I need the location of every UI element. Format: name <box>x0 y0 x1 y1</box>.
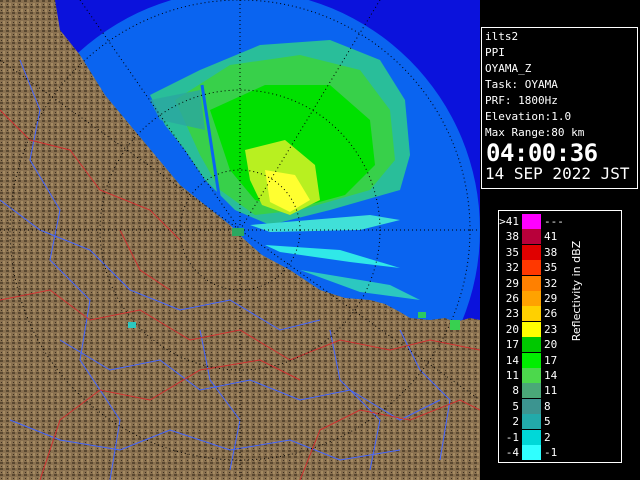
legend-color-swatch <box>522 306 541 322</box>
legend-color-swatch <box>522 445 541 460</box>
legend-title: Reflectivity in dBZ <box>570 240 583 342</box>
legend-color-swatch <box>522 383 541 399</box>
legend-upper-bound: 8 <box>544 399 551 413</box>
legend-lower-bound: 20 <box>505 322 519 336</box>
legend-row: 35 38 <box>499 244 621 260</box>
legend-row: 8 11 <box>499 383 621 399</box>
prf-label: PRF: 1800Hz <box>485 94 558 107</box>
scan-mode: PPI <box>485 46 505 59</box>
elevation-label: Elevation:1.0 <box>485 110 572 123</box>
info-panel: ilts2 PPI OYAMA_Z Task: OYAMA PRF: 1800H… <box>480 0 640 480</box>
legend-upper-bound: 14 <box>544 369 558 382</box>
legend-upper-bound: 2 <box>544 430 551 444</box>
legend-row: -1 2 <box>499 429 621 445</box>
legend-color-swatch <box>522 352 541 368</box>
legend-row: 14 17 <box>499 352 621 368</box>
legend-upper-bound: 29 <box>544 292 558 305</box>
legend-lower-bound: 38 <box>505 230 519 244</box>
legend-lower-bound: 8 <box>512 384 519 398</box>
legend-row: 58 <box>499 398 621 414</box>
legend-upper-bound: 26 <box>544 307 558 321</box>
legend-upper-bound: 41 <box>544 230 558 244</box>
legend-row: 23 26 <box>499 306 621 322</box>
scan-date: 14 SEP 2022 JST <box>485 164 630 183</box>
legend-row: 17 20 <box>499 337 621 353</box>
legend-row: 11 14 <box>499 368 621 383</box>
legend-color-swatch <box>522 414 541 430</box>
legend-upper-bound: -1 <box>544 446 558 459</box>
legend-color-swatch <box>522 244 541 260</box>
legend-row: >41 --- <box>499 214 621 229</box>
legend-upper-bound: 17 <box>544 353 558 367</box>
legend-color-swatch <box>522 214 541 229</box>
legend-lower-bound: 14 <box>505 353 519 367</box>
legend-color-swatch <box>522 368 541 383</box>
scan-time: 04:00:36 <box>486 139 598 167</box>
legend-row: 26 29 <box>499 291 621 306</box>
legend-color-swatch <box>522 337 541 353</box>
legend-row: 32 35 <box>499 260 621 276</box>
legend-row: -4 -1 <box>499 445 621 460</box>
legend-lower-bound: -4 <box>505 446 519 459</box>
legend-upper-bound: 23 <box>544 322 558 336</box>
legend-upper-bound: 20 <box>544 338 558 352</box>
legend-color-swatch <box>522 291 541 306</box>
legend-row: 20 23 <box>499 321 621 337</box>
legend-color-swatch <box>522 229 541 245</box>
legend-color-swatch <box>522 260 541 276</box>
legend-lower-bound: 32 <box>505 261 519 275</box>
legend-lower-bound: 29 <box>505 276 519 290</box>
legend-upper-bound: 35 <box>544 261 558 275</box>
legend-color-swatch <box>522 321 541 337</box>
reflectivity-legend: >41 --- 38 41 35 38 32 35 29 32 26 29 23 26 20 23 17 20 14… <box>498 210 622 463</box>
legend-lower-bound: 26 <box>505 292 519 305</box>
task-label: Task: OYAMA <box>485 78 558 91</box>
legend-upper-bound: --- <box>544 215 564 228</box>
legend-lower-bound: 11 <box>505 369 519 382</box>
legend-row: 29 32 <box>499 275 621 291</box>
legend-upper-bound: 32 <box>544 276 558 290</box>
legend-upper-bound: 11 <box>544 384 558 398</box>
legend-lower-bound: 23 <box>505 307 519 321</box>
legend-upper-bound: 5 <box>544 415 551 429</box>
legend-lower-bound: 17 <box>505 338 519 352</box>
field-name: OYAMA_Z <box>485 62 532 75</box>
radar-ppi-map <box>0 0 480 480</box>
legend-color-swatch <box>522 398 541 414</box>
legend-lower-bound: 2 <box>512 415 519 429</box>
legend-row: 25 <box>499 414 621 430</box>
product-name: ilts2 <box>485 30 519 43</box>
legend-color-swatch <box>522 429 541 445</box>
legend-row: 38 41 <box>499 229 621 245</box>
legend-lower-bound: >41 <box>499 215 519 228</box>
legend-lower-bound: -1 <box>505 430 519 444</box>
legend-color-swatch <box>522 275 541 291</box>
product-info-box: ilts2 PPI OYAMA_Z Task: OYAMA PRF: 1800H… <box>481 27 638 189</box>
legend-lower-bound: 5 <box>512 399 519 413</box>
max-range-label: Max Range:80 km <box>485 126 585 139</box>
legend-lower-bound: 35 <box>505 245 519 259</box>
legend-upper-bound: 38 <box>544 245 558 259</box>
